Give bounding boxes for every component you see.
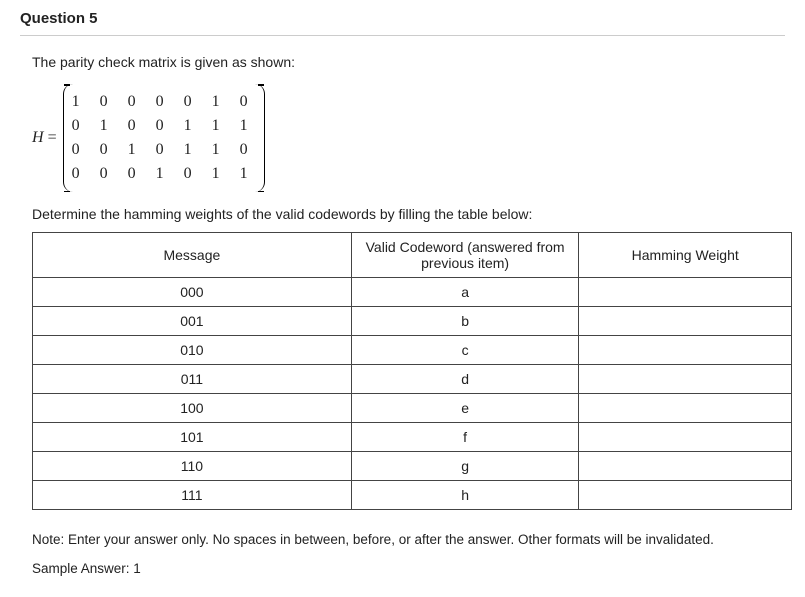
- codeword-table: Message Valid Codeword (answered from pr…: [32, 232, 792, 510]
- cell-weight[interactable]: [579, 336, 792, 365]
- header-codeword: Valid Codeword (answered from previous i…: [351, 233, 579, 278]
- cell-weight[interactable]: [579, 423, 792, 452]
- intro-text: The parity check matrix is given as show…: [32, 54, 785, 70]
- instruction-text: Determine the hamming weights of the val…: [32, 206, 785, 222]
- cell-message: 101: [33, 423, 352, 452]
- cell-weight[interactable]: [579, 481, 792, 510]
- cell-codeword: c: [351, 336, 579, 365]
- table-row: 111 h: [33, 481, 792, 510]
- cell-weight[interactable]: [579, 452, 792, 481]
- table-row: 100 e: [33, 394, 792, 423]
- cell-message: 100: [33, 394, 352, 423]
- sample-answer: Sample Answer: 1: [32, 561, 785, 576]
- equals-sign: =: [48, 129, 57, 147]
- question-title: Question 5: [20, 10, 785, 36]
- cell-codeword: f: [351, 423, 579, 452]
- cell-codeword: b: [351, 307, 579, 336]
- cell-message: 110: [33, 452, 352, 481]
- note-text: Note: Enter your answer only. No spaces …: [32, 532, 785, 547]
- question-content: The parity check matrix is given as show…: [20, 54, 785, 576]
- table-row: 101 f: [33, 423, 792, 452]
- cell-message: 001: [33, 307, 352, 336]
- matrix-row: 0 0 1 0 1 1 0: [72, 138, 256, 162]
- matrix-equation: H = 1 0 0 0 0 1 0 0 1 0 0 1 1 1 0 0 1 0 …: [32, 84, 785, 192]
- cell-message: 010: [33, 336, 352, 365]
- table-row: 011 d: [33, 365, 792, 394]
- cell-codeword: a: [351, 278, 579, 307]
- cell-message: 011: [33, 365, 352, 394]
- cell-message: 000: [33, 278, 352, 307]
- cell-codeword: g: [351, 452, 579, 481]
- table-row: 110 g: [33, 452, 792, 481]
- cell-weight[interactable]: [579, 278, 792, 307]
- table-row: 010 c: [33, 336, 792, 365]
- table-row: 001 b: [33, 307, 792, 336]
- cell-weight[interactable]: [579, 394, 792, 423]
- cell-weight[interactable]: [579, 307, 792, 336]
- matrix-row: 0 1 0 0 1 1 1: [72, 114, 256, 138]
- table-header-row: Message Valid Codeword (answered from pr…: [33, 233, 792, 278]
- matrix-row: 0 0 0 1 0 1 1: [72, 162, 256, 186]
- cell-codeword: h: [351, 481, 579, 510]
- cell-message: 111: [33, 481, 352, 510]
- matrix-body: 1 0 0 0 0 1 0 0 1 0 0 1 1 1 0 0 1 0 1 1 …: [63, 84, 265, 192]
- cell-codeword: e: [351, 394, 579, 423]
- header-message: Message: [33, 233, 352, 278]
- cell-codeword: d: [351, 365, 579, 394]
- header-weight: Hamming Weight: [579, 233, 792, 278]
- cell-weight[interactable]: [579, 365, 792, 394]
- matrix-row: 1 0 0 0 0 1 0: [72, 90, 256, 114]
- table-row: 000 a: [33, 278, 792, 307]
- matrix-label: H: [32, 129, 44, 147]
